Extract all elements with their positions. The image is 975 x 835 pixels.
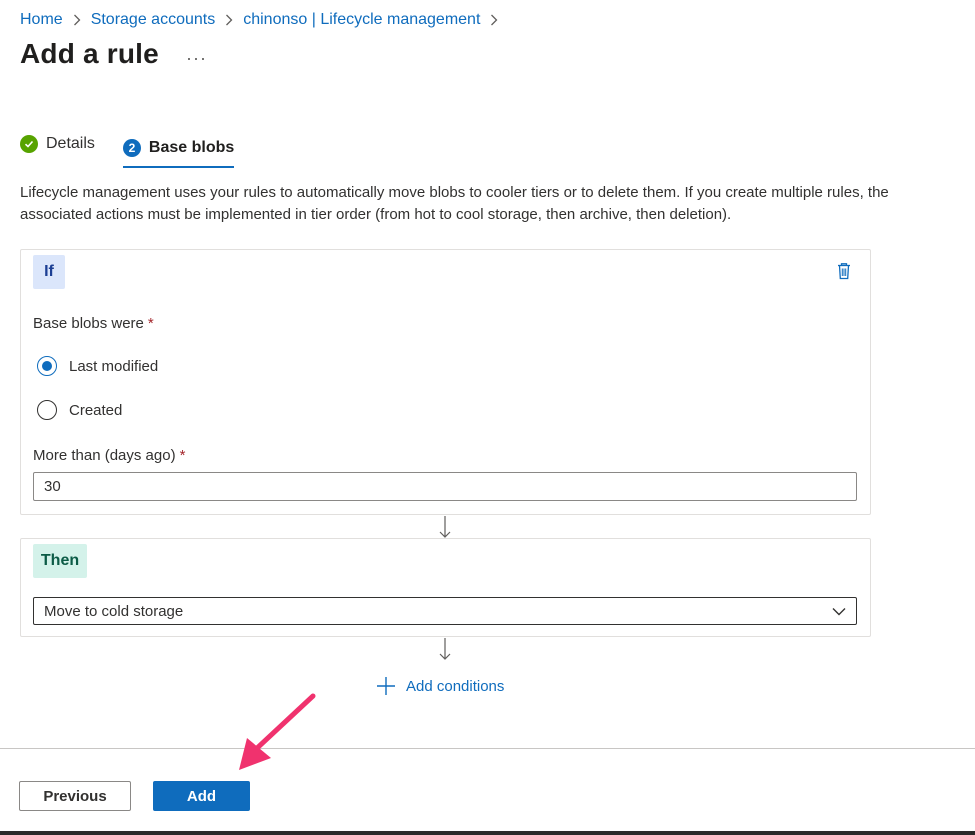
radio-last-modified-label: Last modified (69, 357, 159, 375)
tab-base-blobs[interactable]: 2 Base blobs (122, 134, 235, 168)
wizard-steps: Details 2 Base blobs (20, 130, 235, 168)
then-tag: Then (33, 544, 87, 578)
arrow-down-icon (438, 637, 452, 666)
days-ago-label: More than (days ago) * (33, 447, 185, 464)
page-title: Add a rule (20, 38, 159, 69)
days-ago-label-text: More than (days ago) (33, 447, 176, 464)
footer-divider (0, 748, 975, 749)
tab-details[interactable]: Details (20, 130, 95, 158)
delete-icon[interactable] (836, 262, 852, 280)
radio-button-unchecked[interactable] (37, 400, 57, 420)
chevron-right-icon (73, 14, 81, 26)
bottom-edge-bar (0, 831, 975, 835)
chevron-down-icon (832, 603, 846, 620)
previous-button[interactable]: Previous (19, 781, 131, 811)
chevron-right-icon (490, 14, 498, 26)
action-dropdown[interactable]: Move to cold storage (33, 597, 857, 625)
more-options-button[interactable]: ··· (186, 48, 207, 69)
days-ago-input[interactable] (33, 472, 857, 501)
breadcrumb: Home Storage accounts chinonso | Lifecyc… (20, 8, 508, 32)
plus-icon (377, 677, 395, 695)
action-dropdown-value: Move to cold storage (44, 602, 184, 620)
base-blobs-label-text: Base blobs were (33, 315, 144, 332)
radio-created[interactable]: Created (37, 400, 122, 420)
chevron-right-icon (225, 14, 233, 26)
required-asterisk: * (147, 315, 154, 332)
breadcrumb-home[interactable]: Home (20, 11, 63, 29)
annotation-arrow-icon (239, 693, 316, 770)
tab-base-blobs-label: Base blobs (148, 139, 235, 156)
radio-button-checked[interactable] (37, 356, 57, 376)
add-conditions-label: Add conditions (406, 677, 505, 695)
description-text: Lifecycle management uses your rules to … (20, 184, 889, 223)
breadcrumb-storage-accounts[interactable]: Storage accounts (91, 11, 216, 29)
check-circle-icon (20, 135, 38, 153)
base-blobs-label: Base blobs were * (33, 315, 154, 332)
breadcrumb-lifecycle-management[interactable]: chinonso | Lifecycle management (243, 11, 480, 29)
step-number-badge: 2 (122, 139, 141, 157)
tab-details-label: Details (46, 135, 95, 152)
required-asterisk: * (179, 447, 186, 464)
add-conditions-button[interactable]: Add conditions (376, 676, 504, 696)
radio-created-label: Created (69, 401, 123, 419)
radio-last-modified[interactable]: Last modified (37, 356, 158, 376)
if-condition-card: If Base blobs were * Last modified Create… (20, 249, 871, 515)
if-tag: If (33, 255, 65, 289)
then-action-card: Then Move to cold storage (20, 538, 871, 637)
